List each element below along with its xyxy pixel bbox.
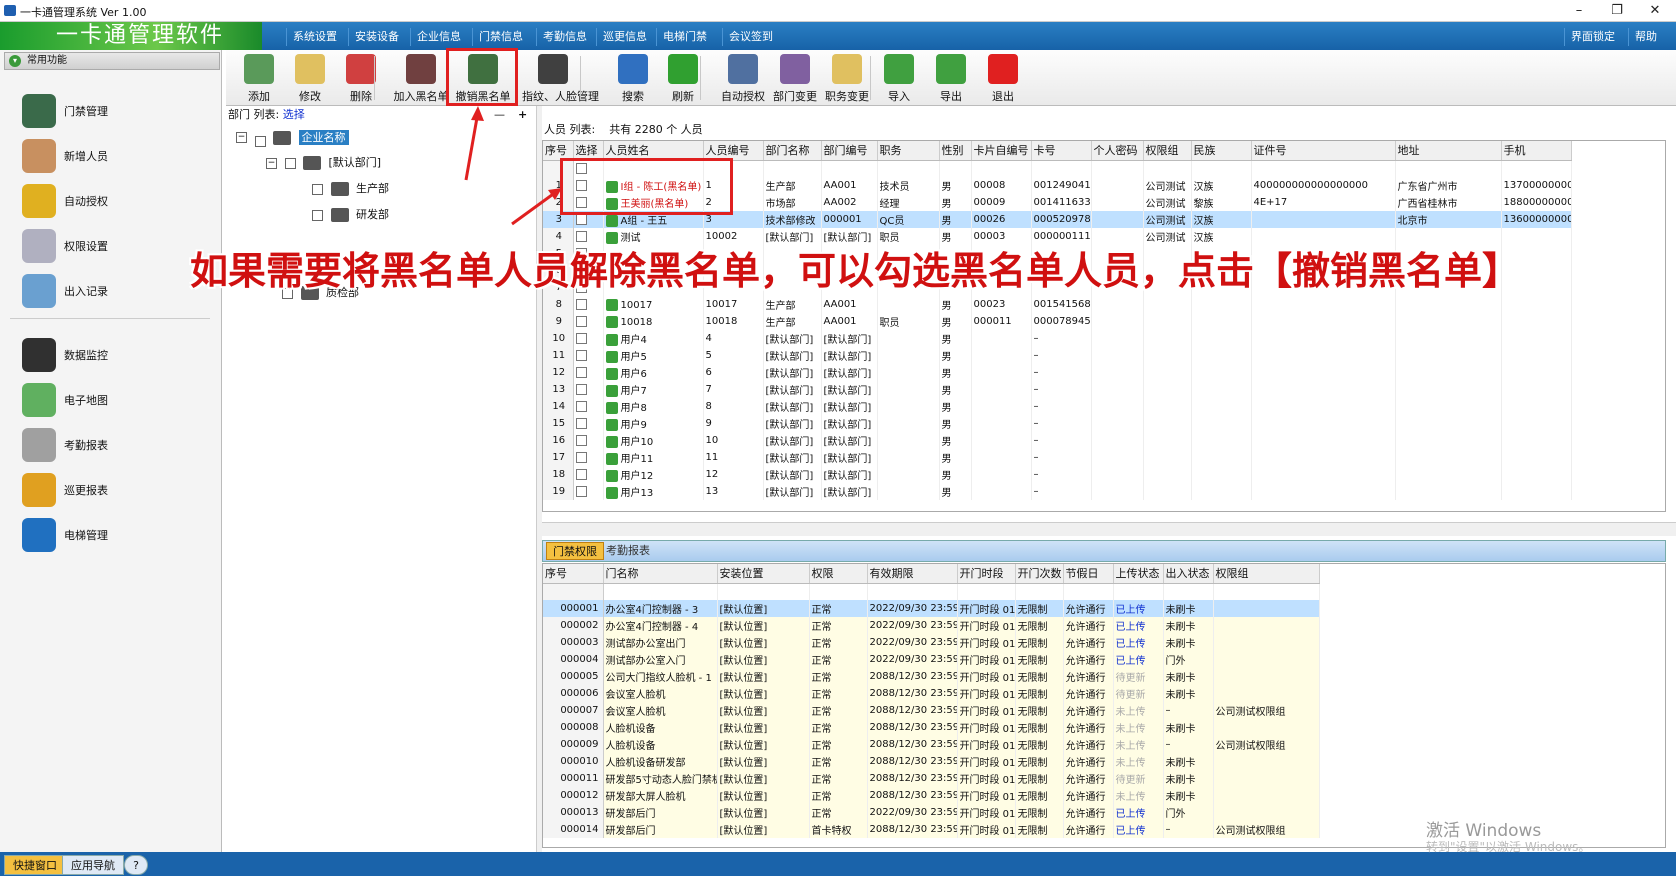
arrow-to-rows [511, 190, 557, 226]
tutorial-caption: 如果需要将黑名单人员解除黑名单，可以勾选黑名单人员，点击【撤销黑名单】 [190, 249, 1521, 293]
arrow-head [471, 106, 484, 121]
arrow-to-toolbar [464, 111, 480, 181]
windows-watermark-sub: 转到"设置"以激活 Windows。 [1426, 840, 1591, 854]
annotation-arrows [464, 106, 562, 226]
arrow-head [548, 188, 562, 200]
